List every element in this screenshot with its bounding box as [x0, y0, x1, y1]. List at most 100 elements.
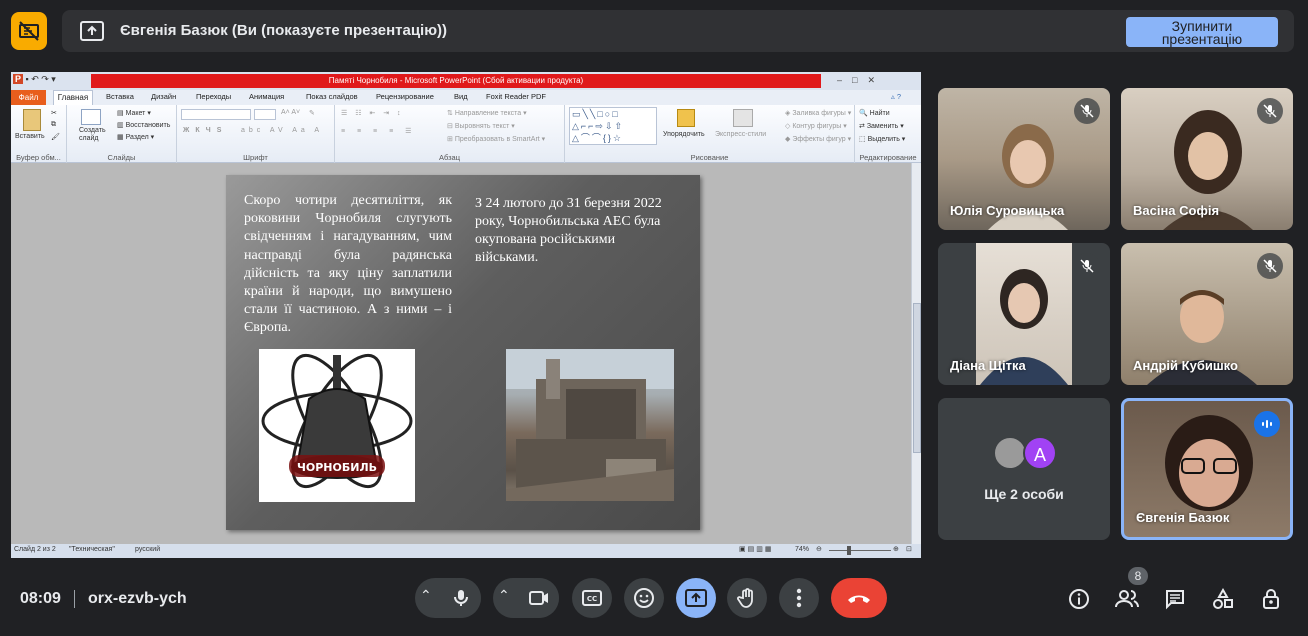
- select-button[interactable]: ⬚ Выделить ▾: [859, 135, 905, 143]
- host-controls-button[interactable]: [1255, 583, 1287, 615]
- muted-mic-icon: [1074, 253, 1100, 279]
- slide-canvas[interactable]: Скоро чотири десятиліття, як роковини Чо…: [226, 175, 700, 530]
- window-controls[interactable]: –□✕: [837, 75, 885, 86]
- text-direction-button[interactable]: ⇅ Направление текста ▾: [447, 109, 527, 117]
- microphone-button[interactable]: [441, 578, 481, 618]
- scroll-thumb[interactable]: [913, 303, 921, 453]
- group-editing: 🔍 Найти ⇄ Заменить ▾ ⬚ Выделить ▾ Редакт…: [855, 105, 921, 163]
- participant-tile-4[interactable]: Андрій Кубишко: [1121, 243, 1293, 385]
- participant-tile-self[interactable]: Євгенія Базюк: [1121, 398, 1293, 540]
- ppt-status-bar: Слайд 2 из 2 "Техническая" русский ▣▤▥▦ …: [11, 544, 921, 558]
- microphone-icon: [454, 590, 468, 606]
- muted-mic-icon: [1257, 253, 1283, 279]
- present-button[interactable]: [676, 578, 716, 618]
- people-button[interactable]: [1111, 583, 1143, 615]
- slide-counter: Слайд 2 из 2: [14, 546, 56, 553]
- tab-view[interactable]: Вид: [454, 92, 468, 101]
- cut-icon[interactable]: ✂: [51, 109, 57, 117]
- chornobyl-bell-logo-image[interactable]: ЧОРНОБИЛЬ: [259, 349, 415, 502]
- camera-off-indicator: [11, 12, 47, 50]
- chat-button[interactable]: [1159, 583, 1191, 615]
- align-buttons[interactable]: ≡ ≡ ≡ ≡ ☰: [341, 127, 416, 135]
- tab-design[interactable]: Дизайн: [151, 92, 176, 101]
- grow-font-icon[interactable]: A˄ A˅: [281, 109, 300, 116]
- tab-home[interactable]: Главная: [53, 90, 93, 105]
- zoom-slider[interactable]: [829, 550, 891, 551]
- group-paragraph: ☰ ☷ ⇤ ⇥ ↕ ≡ ≡ ≡ ≡ ☰ ⇅ Направление текста…: [335, 105, 565, 163]
- format-painter-icon[interactable]: 🖌: [51, 133, 60, 141]
- vertical-scrollbar[interactable]: [911, 163, 921, 544]
- zoom-in-icon[interactable]: ⊕: [893, 545, 899, 553]
- slide-text-left[interactable]: Скоро чотири десятиліття, як роковини Чо…: [244, 192, 452, 338]
- raise-hand-button[interactable]: [727, 578, 767, 618]
- font-name-field[interactable]: [181, 109, 251, 120]
- tab-review[interactable]: Рецензирование: [376, 92, 434, 101]
- create-slide-button[interactable]: Создать слайд: [79, 127, 106, 143]
- copy-icon[interactable]: ⧉: [51, 121, 56, 129]
- zoom-out-icon[interactable]: ⊖: [816, 545, 822, 553]
- more-options-button[interactable]: [779, 578, 819, 618]
- more-vert-icon: [796, 588, 802, 608]
- leave-call-button[interactable]: [831, 578, 887, 618]
- find-button[interactable]: 🔍 Найти: [859, 109, 890, 117]
- activities-button[interactable]: [1207, 583, 1239, 615]
- align-text-button[interactable]: ⊟ Выровнять текст ▾: [447, 122, 515, 130]
- replace-button[interactable]: ⇄ Заменить ▾: [859, 122, 904, 130]
- reactions-button[interactable]: [624, 578, 664, 618]
- participant-tile-2[interactable]: Васіна Софія: [1121, 88, 1293, 230]
- audio-options-chevron-icon[interactable]: ⌃: [420, 587, 432, 604]
- chornobyl-npp-photo[interactable]: [506, 349, 674, 501]
- quick-styles-button[interactable]: Экспресс-стили: [715, 131, 766, 138]
- fit-slide-icon[interactable]: ⊡: [906, 545, 912, 553]
- layout-button[interactable]: ▤ Макет ▾: [117, 109, 151, 117]
- shape-effects-button[interactable]: ◆ Эффекты фигур ▾: [785, 135, 851, 143]
- speaking-indicator-icon: [1254, 411, 1280, 437]
- video-camera-icon: [529, 591, 548, 605]
- ribbon-tabs: Файл Главная Вставка Дизайн Переходы Ани…: [11, 90, 921, 105]
- muted-mic-icon: [1257, 98, 1283, 124]
- end-call-icon: [848, 595, 870, 603]
- restore-button[interactable]: ▥ Восстановить: [117, 121, 170, 129]
- section-button[interactable]: ▦ Раздел ▾: [117, 133, 154, 141]
- zoom-slider-thumb[interactable]: [847, 546, 851, 555]
- group-label-drawing: Рисование: [690, 153, 729, 162]
- shape-outline-button[interactable]: ◇ Контур фигуры ▾: [785, 122, 847, 130]
- font-size-field[interactable]: [254, 109, 276, 120]
- tab-insert[interactable]: Вставка: [106, 92, 134, 101]
- group-clipboard: Вставить ✂ ⧉ 🖌 Буфер обм...: [11, 105, 67, 163]
- help-icon[interactable]: ▵ ?: [891, 92, 901, 101]
- participant-tile-3[interactable]: Діана Щітка: [938, 243, 1110, 385]
- convert-smartart-button[interactable]: ⊞ Преобразовать в SmartArt ▾: [447, 135, 545, 143]
- shape-fill-button[interactable]: ◈ Заливка фигуры ▾: [785, 109, 851, 117]
- captions-button[interactable]: CC: [572, 578, 612, 618]
- meeting-details-button[interactable]: [1063, 583, 1095, 615]
- video-options-chevron-icon[interactable]: ⌃: [498, 587, 510, 604]
- stop-presenting-button[interactable]: Зупинити презентацію: [1126, 17, 1278, 47]
- slide-text-right[interactable]: З 24 лютого до 31 березня 2022 року, Чор…: [475, 195, 675, 267]
- arrange-button[interactable]: Упорядочить: [663, 131, 705, 138]
- svg-text:CC: CC: [587, 595, 597, 603]
- view-buttons[interactable]: ▣▤▥▦: [739, 545, 773, 553]
- clear-format-icon[interactable]: ✎: [309, 109, 315, 117]
- tab-animation[interactable]: Анимация: [249, 92, 284, 101]
- group-label-clipboard: Буфер обм...: [16, 153, 61, 162]
- group-label-editing: Редактирование: [859, 153, 917, 162]
- tab-slideshow[interactable]: Показ слайдов: [306, 92, 358, 101]
- paste-button[interactable]: Вставить: [15, 133, 45, 140]
- shapes-gallery[interactable]: ▭╲╲□○□ △⌐⌐⇨⇩⇧ △⌒⌒{}☆: [569, 107, 657, 145]
- more-participants-tile[interactable]: [938, 398, 1110, 540]
- meeting-clock: 08:09: [20, 590, 61, 607]
- participant-name: Васіна Софія: [1133, 203, 1220, 218]
- font-effect-buttons[interactable]: abc AV Aa A: [241, 127, 323, 134]
- participant-name: Юлія Суровицька: [950, 203, 1065, 218]
- tab-foxit[interactable]: Foxit Reader PDF: [486, 92, 546, 101]
- font-style-buttons[interactable]: ЖКЧS: [183, 127, 227, 134]
- tab-transitions[interactable]: Переходы: [196, 92, 231, 101]
- quick-access-toolbar[interactable]: P ▪ ↶ ↷ ▾: [13, 74, 56, 85]
- list-buttons[interactable]: ☰ ☷ ⇤ ⇥ ↕: [341, 109, 404, 117]
- emoji-icon: [634, 588, 654, 608]
- tab-file[interactable]: Файл: [11, 90, 46, 105]
- camera-button[interactable]: [519, 578, 559, 618]
- language-indicator: русский: [135, 546, 161, 553]
- participant-tile-1[interactable]: Юлія Суровицька: [938, 88, 1110, 230]
